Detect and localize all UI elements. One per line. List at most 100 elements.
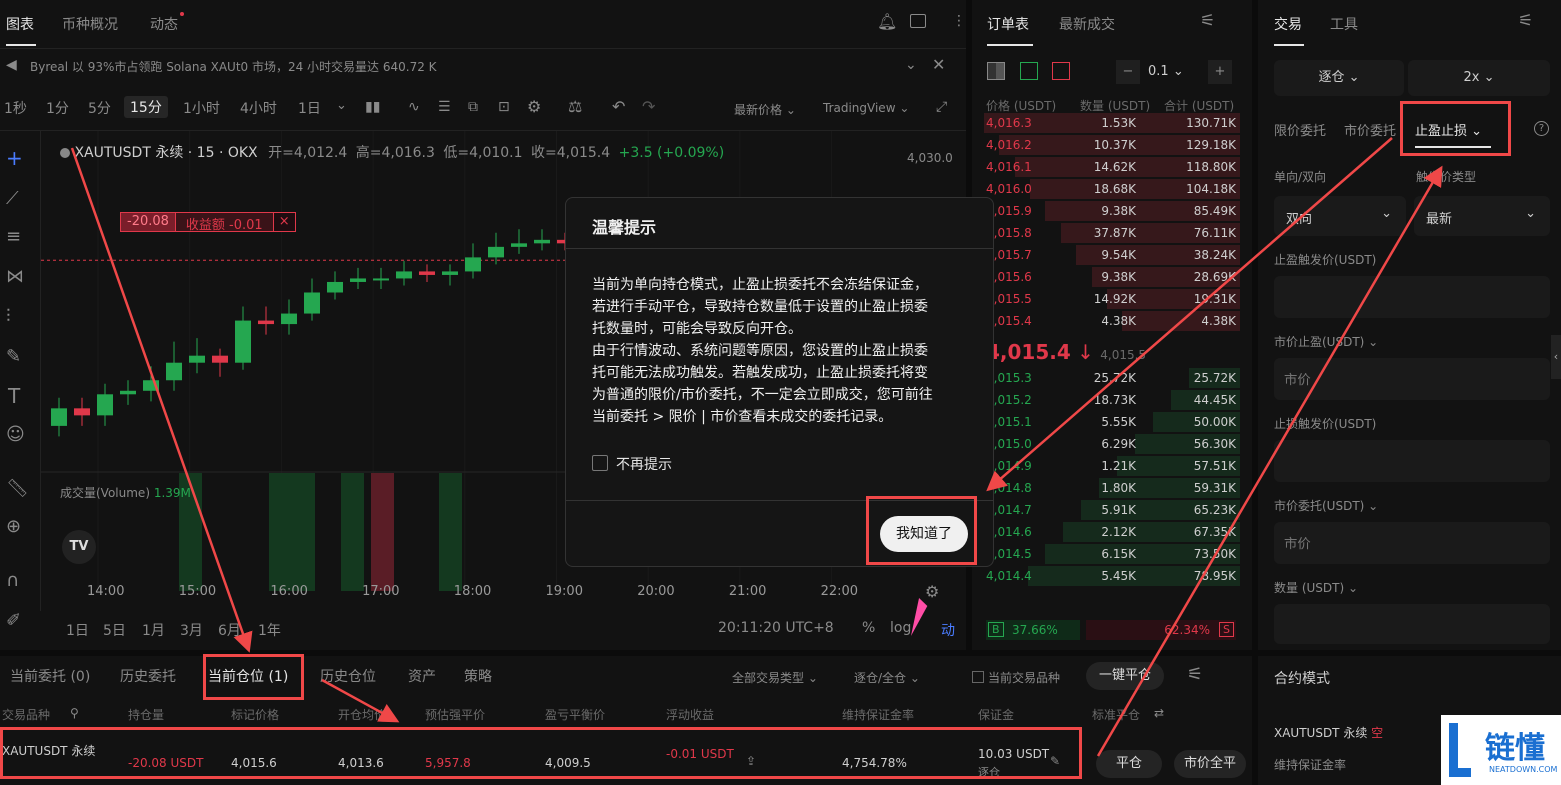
measure-icon[interactable]: ⫶: [6, 308, 11, 326]
leverage-select[interactable]: 2x ⌄: [1408, 60, 1550, 96]
view-asks-icon[interactable]: [1052, 62, 1070, 80]
checkbox-box[interactable]: [592, 455, 608, 471]
range-1[interactable]: 5日: [103, 620, 126, 640]
bid-row[interactable]: 4,015.1 5.55K 50.00K: [984, 411, 1240, 433]
precision-minus[interactable]: −: [1116, 60, 1140, 84]
margin-mode-select[interactable]: 逐仓 ⌄: [1274, 60, 1404, 96]
log-toggle[interactable]: log: [890, 620, 911, 636]
tp-market-input[interactable]: [1274, 358, 1550, 400]
ask-row[interactable]: 4,016.1 14.62K 118.80K: [984, 156, 1240, 178]
position-line-label[interactable]: -20.08 收益额 -0.01 ×: [120, 212, 296, 233]
trendline-icon[interactable]: ⟋: [6, 190, 19, 208]
timeframe-more-icon[interactable]: ⌄: [336, 98, 347, 113]
bid-row[interactable]: 4,014.7 5.91K 65.23K: [984, 499, 1240, 521]
positions-tab-2[interactable]: 当前仓位 (1): [208, 666, 288, 686]
window-icon[interactable]: [910, 14, 926, 28]
trade-settings-icon[interactable]: ⚟: [1518, 13, 1533, 30]
precision-value[interactable]: 0.1 ⌄: [1148, 64, 1206, 79]
horizontal-lines-icon[interactable]: ≡: [6, 228, 21, 246]
list-icon[interactable]: ☰: [438, 100, 451, 114]
chevron-down-icon[interactable]: ⌄: [905, 58, 917, 72]
tab-tools[interactable]: 工具: [1330, 14, 1358, 34]
dont-show-checkbox[interactable]: 不再提示: [592, 454, 672, 474]
order-type-tpsl[interactable]: 止盈止损 ⌄: [1415, 120, 1482, 139]
more-vertical-icon[interactable]: ⋮: [952, 14, 966, 28]
pin-icon[interactable]: ⚲: [70, 707, 79, 719]
redo-icon[interactable]: ↷: [642, 99, 655, 115]
tab-orderbook[interactable]: 订单表: [987, 14, 1029, 34]
indicator-icon[interactable]: ∿: [408, 100, 420, 114]
bell-icon[interactable]: 🔔︎: [877, 14, 897, 30]
range-4[interactable]: 6月: [218, 620, 241, 640]
tp-trigger-input[interactable]: [1274, 276, 1550, 318]
positions-settings-icon[interactable]: ⚟: [1187, 666, 1203, 684]
sl-trigger-input[interactable]: [1274, 440, 1550, 482]
bid-row[interactable]: 4,014.9 1.21K 57.51K: [984, 455, 1240, 477]
timeframe-6[interactable]: 1日: [298, 98, 321, 118]
timeframe-5[interactable]: 4小时: [240, 98, 277, 118]
sl-market-input[interactable]: [1274, 522, 1550, 564]
ask-row[interactable]: 4,016.2 10.37K 129.18K: [984, 134, 1240, 156]
range-2[interactable]: 1月: [142, 620, 165, 640]
filter-type-select[interactable]: 全部交易类型 ⌄: [732, 669, 818, 686]
percent-toggle[interactable]: %: [862, 620, 875, 636]
tab-chart[interactable]: 图表: [6, 14, 34, 34]
tab-trade[interactable]: 交易: [1274, 14, 1302, 34]
view-bids-icon[interactable]: [1020, 62, 1038, 80]
bid-row[interactable]: 4,014.4 5.45K 78.95K: [984, 565, 1240, 587]
close-position-button[interactable]: 平仓: [1096, 750, 1162, 778]
auto-toggle[interactable]: 动: [941, 620, 955, 640]
candles-icon[interactable]: ▮▮: [365, 100, 380, 114]
trigger-type-select[interactable]: 最新 ⌄: [1414, 196, 1550, 236]
order-type-market[interactable]: 市价委托: [1344, 120, 1396, 139]
market-close-all-button[interactable]: 市价全平: [1174, 750, 1246, 778]
ticker-news[interactable]: Byreal 以 93%市占领跑 Solana XAUt0 市场，24 小时交易…: [30, 58, 437, 75]
ask-row[interactable]: 4,015.5 14.92K 19.31K: [984, 288, 1240, 310]
chart-edit-icon[interactable]: ⧉: [468, 100, 478, 114]
range-0[interactable]: 1日: [66, 620, 89, 640]
bid-row[interactable]: 4,014.8 1.80K 59.31K: [984, 477, 1240, 499]
ask-row[interactable]: 4,016.3 1.53K 130.71K: [984, 112, 1240, 134]
positions-tab-3[interactable]: 历史仓位: [320, 666, 376, 686]
current-symbol-checkbox[interactable]: 当前交易品种: [972, 669, 1060, 686]
bid-row[interactable]: 4,015.0 6.29K 56.30K: [984, 433, 1240, 455]
ruler-icon[interactable]: 📏︎: [6, 480, 29, 498]
tab-news[interactable]: 动态: [150, 14, 178, 34]
view-both-icon[interactable]: [987, 62, 1005, 80]
range-5[interactable]: 1年: [258, 620, 281, 640]
bid-row[interactable]: 4,015.3 25.72K 25.72K: [984, 367, 1240, 389]
bid-row[interactable]: 4,014.6 2.12K 67.35K: [984, 521, 1240, 543]
timeframe-2[interactable]: 5分: [88, 98, 111, 118]
confirm-button[interactable]: 我知道了: [880, 516, 968, 552]
share-icon[interactable]: ⇪: [746, 754, 756, 768]
position-row[interactable]: XAUTUSDT 永续 -20.08 USDT 4,015.6 4,013.6 …: [0, 730, 1252, 785]
timeframe-1[interactable]: 1分: [46, 98, 69, 118]
undo-icon[interactable]: ↶: [612, 99, 625, 115]
latest-price-select[interactable]: 最新价格 ⌄: [734, 101, 796, 118]
positions-tab-5[interactable]: 策略: [464, 666, 492, 686]
tab-trades[interactable]: 最新成交: [1059, 14, 1115, 34]
close-icon[interactable]: ✕: [932, 57, 945, 73]
brush-icon[interactable]: ✎: [6, 348, 21, 366]
crosshair-icon[interactable]: +: [6, 148, 23, 168]
positions-tab-4[interactable]: 资产: [408, 666, 436, 686]
timeframe-3[interactable]: 15分: [124, 96, 168, 118]
swap-icon[interactable]: ⇄: [1154, 707, 1164, 719]
timeframe-4[interactable]: 1小时: [183, 98, 220, 118]
edit-margin-icon[interactable]: ✎: [1050, 754, 1060, 768]
zoom-in-icon[interactable]: ⊕: [6, 518, 21, 536]
pattern-icon[interactable]: ⋈: [6, 268, 24, 286]
settings-icon[interactable]: ⚙: [527, 99, 541, 115]
ask-row[interactable]: 4,015.4 4.38K 4.38K: [984, 310, 1240, 332]
bid-row[interactable]: 4,015.2 18.73K 44.45K: [984, 389, 1240, 411]
position-close-icon[interactable]: ×: [273, 212, 296, 232]
ask-row[interactable]: 4,015.8 37.87K 76.11K: [984, 222, 1240, 244]
bid-row[interactable]: 4,014.5 6.15K 73.50K: [984, 543, 1240, 565]
qty-input[interactable]: [1274, 604, 1550, 644]
timeframe-0[interactable]: 1秒: [4, 98, 27, 118]
magnet-icon[interactable]: ∩: [6, 572, 19, 590]
text-icon[interactable]: T: [8, 386, 20, 406]
ask-row[interactable]: 4,015.7 9.54K 38.24K: [984, 244, 1240, 266]
range-3[interactable]: 3月: [180, 620, 203, 640]
fullscreen-icon[interactable]: ⤢: [936, 100, 947, 114]
